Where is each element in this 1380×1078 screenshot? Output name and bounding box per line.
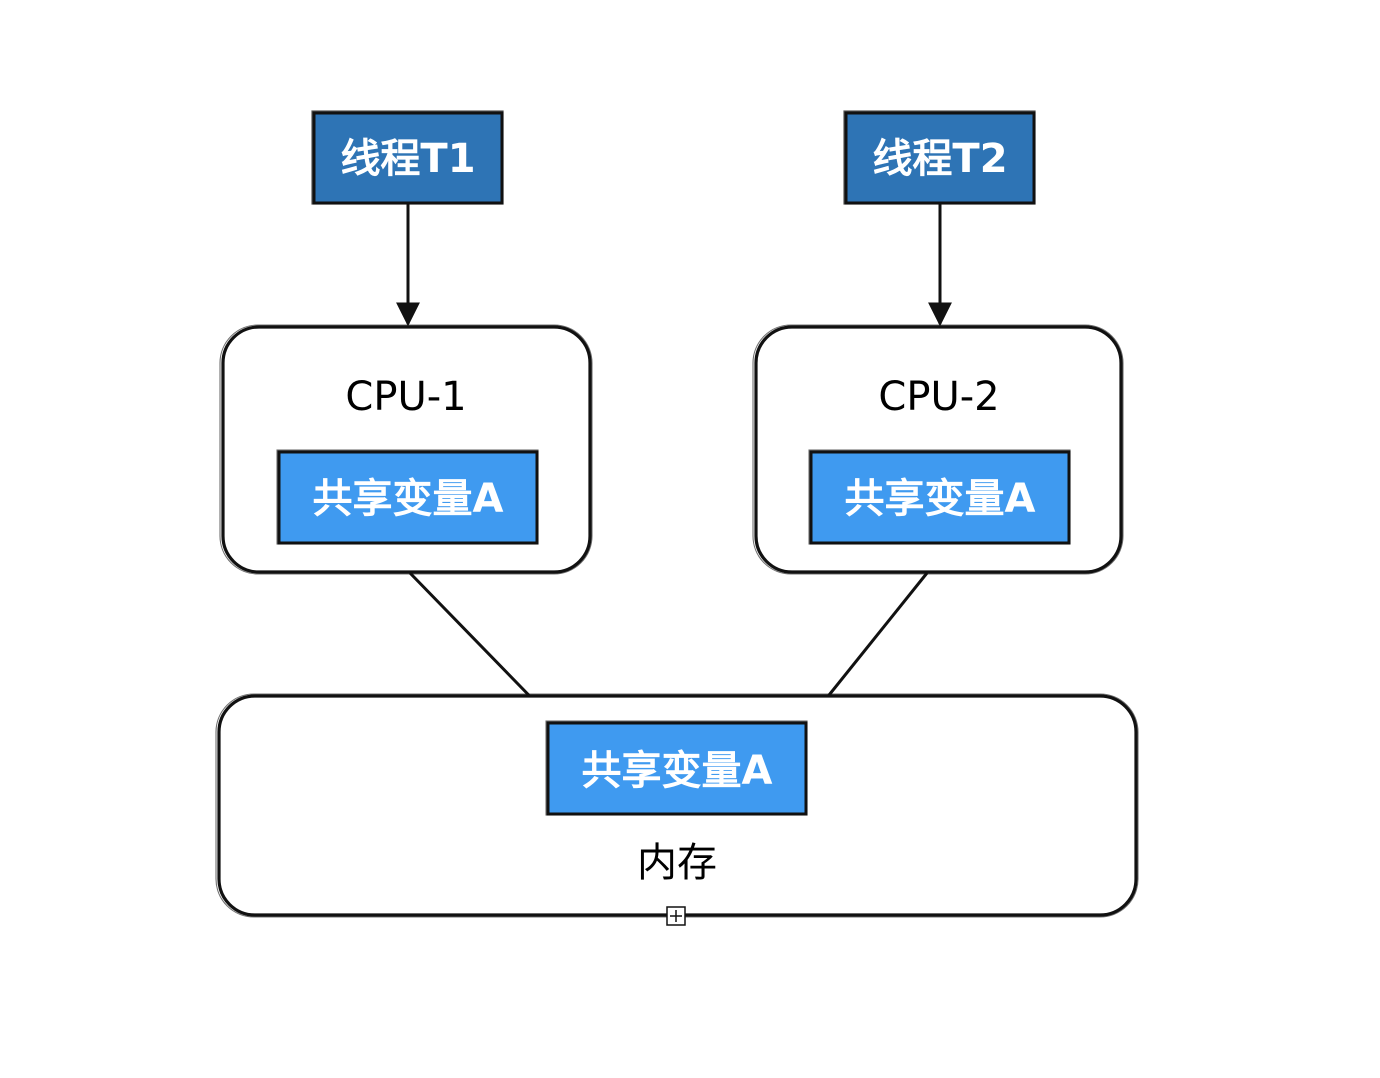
thread-t2-node[interactable]: 线程T2 (843, 110, 1036, 205)
cpu-1-shared-variable-label: 共享变量A (313, 476, 504, 522)
memory-node[interactable]: 共享变量A 内存 (215, 693, 1139, 918)
cpu-1-node[interactable]: CPU-1 共享变量A (219, 324, 593, 575)
cpu-2-shared-variable[interactable]: 共享变量A (808, 449, 1071, 545)
plus-square-icon[interactable] (666, 906, 686, 926)
thread-t1-node[interactable]: 线程T1 (311, 110, 504, 205)
thread-t1-label: 线程T1 (340, 136, 475, 182)
memory-shared-variable-label: 共享变量A (582, 748, 773, 794)
memory-label: 内存 (637, 840, 717, 886)
cpu-2-shared-variable-label: 共享变量A (845, 476, 1036, 522)
cpu-2-node[interactable]: CPU-2 共享变量A (752, 324, 1124, 575)
thread-t2-label: 线程T2 (872, 136, 1007, 182)
diagram-canvas: 线程T1 线程T2 CPU-1 共享变量A CPU-2 共享变量A 共享变量A … (215, 110, 1139, 926)
memory-shared-variable[interactable]: 共享变量A (545, 720, 808, 816)
cpu-2-label: CPU-2 (878, 374, 999, 420)
cpu-1-label: CPU-1 (345, 374, 466, 420)
cpu-1-shared-variable[interactable]: 共享变量A (276, 449, 539, 545)
